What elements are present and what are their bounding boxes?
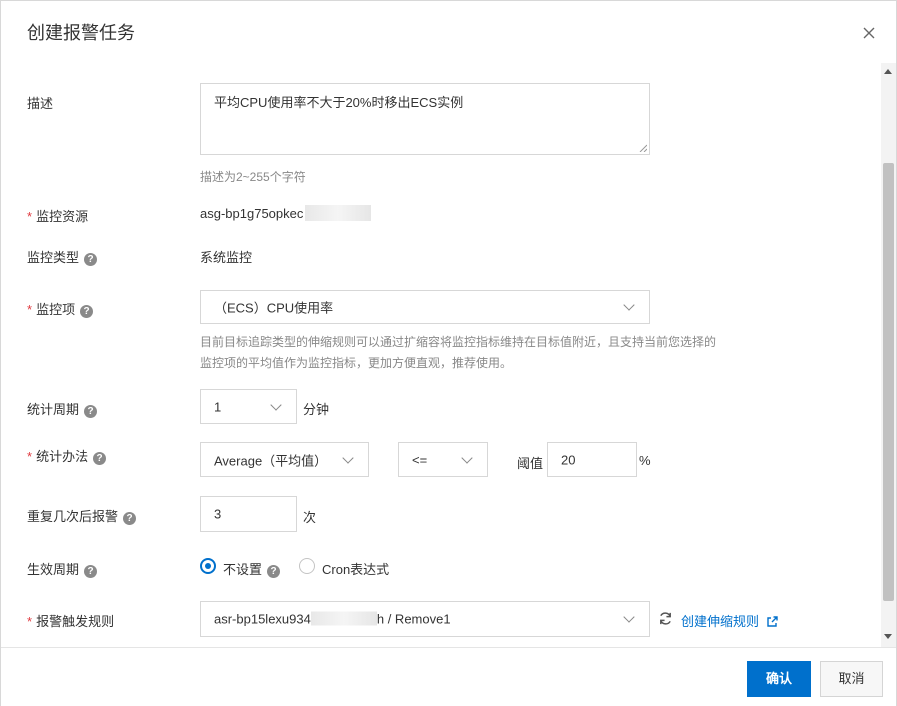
stat-period-unit: 分钟 (303, 402, 330, 417)
description-textarea[interactable]: 平均CPU使用率不大于20%时移出ECS实例 (200, 83, 650, 155)
dialog-footer: 确认 取消 (1, 647, 896, 706)
required-mark: * (27, 614, 33, 629)
monitor-item-value: （ECS）CPU使用率 (214, 300, 334, 316)
chevron-down-icon (270, 398, 282, 411)
monitor-resource-value: asg-bp1g75opkec (200, 206, 304, 221)
dialog-header: 创建报警任务 (1, 1, 896, 61)
repeat-unit: 次 (303, 510, 317, 525)
confirm-button[interactable]: 确认 (747, 661, 811, 697)
cancel-button[interactable]: 取消 (820, 661, 883, 697)
stat-period-label: 统计周期? (27, 399, 98, 418)
repeat-input[interactable]: 3 (200, 496, 297, 532)
help-icon[interactable]: ? (93, 452, 107, 465)
required-mark: * (27, 209, 33, 224)
scroll-down-arrow-icon[interactable] (884, 634, 892, 639)
help-icon[interactable]: ? (84, 565, 98, 578)
monitor-type-label: 监控类型? (27, 247, 98, 266)
repeat-value: 3 (214, 506, 222, 522)
monitor-item-hint-line1: 目前目标追踪类型的伸缩规则可以通过扩缩容将监控指标维持在目标值附近，且支持当前您… (200, 335, 717, 349)
help-icon[interactable]: ? (267, 565, 281, 578)
radio-no-setting-label[interactable]: 不设置? (223, 559, 281, 578)
required-mark: * (27, 449, 33, 464)
create-scaling-rule-link[interactable]: 创建伸缩规则 (681, 611, 778, 630)
monitor-item-hint-line2: 监控项的平均值作为监控指标，更加方便直观，推荐使用。 (200, 356, 513, 370)
stat-method-label: * 统计办法? (27, 446, 107, 465)
threshold-label: 阈值 (517, 456, 544, 471)
create-alarm-task-dialog: 创建报警任务 描述 平均CPU使用率不大于20%时移出ECS实例 描述为2~25… (0, 0, 897, 706)
redaction-mask (305, 205, 371, 221)
radio-no-setting[interactable] (200, 558, 216, 574)
stat-period-select[interactable]: 1 (200, 389, 297, 424)
external-link-icon (766, 616, 778, 627)
effective-period-label: 生效周期? (27, 559, 98, 578)
threshold-input[interactable]: 20 (547, 442, 637, 477)
chevron-down-icon (342, 451, 354, 464)
stat-method-select[interactable]: Average（平均值） (200, 442, 369, 477)
trigger-rule-value-prefix: asr-bp15lexu934 (214, 611, 311, 627)
trigger-rule-value: asr-bp15lexu934 h / Remove1 (214, 611, 451, 627)
help-icon[interactable]: ? (123, 512, 137, 525)
vertical-scrollbar[interactable] (881, 63, 896, 647)
close-icon[interactable] (857, 21, 881, 45)
trigger-rule-label: * 报警触发规则 (27, 614, 115, 629)
redaction-mask (310, 611, 377, 626)
radio-cron-label[interactable]: Cron表达式 (322, 559, 389, 578)
scroll-up-arrow-icon[interactable] (884, 69, 892, 74)
resize-handle-icon[interactable] (639, 144, 647, 152)
threshold-unit: % (639, 453, 651, 468)
monitor-resource-label: * 监控资源 (27, 209, 89, 224)
scrollbar-thumb[interactable] (883, 163, 894, 601)
trigger-rule-select[interactable]: asr-bp15lexu934 h / Remove1 (200, 601, 650, 637)
refresh-icon[interactable] (658, 611, 673, 626)
help-icon[interactable]: ? (84, 253, 98, 266)
radio-cron[interactable] (299, 558, 315, 574)
operator-value: <= (412, 452, 428, 467)
threshold-value: 20 (561, 452, 576, 467)
operator-select[interactable]: <= (398, 442, 488, 477)
help-icon[interactable]: ? (80, 305, 94, 318)
stat-method-value: Average（平均值） (214, 453, 328, 468)
dialog-body: 描述 平均CPU使用率不大于20%时移出ECS实例 描述为2~255个字符 * 监… (1, 61, 881, 647)
description-value: 平均CPU使用率不大于20%时移出ECS实例 (214, 95, 464, 110)
repeat-label: 重复几次后报警? (27, 506, 137, 525)
help-icon[interactable]: ? (84, 405, 98, 418)
monitor-item-select[interactable]: （ECS）CPU使用率 (200, 290, 650, 324)
chevron-down-icon (623, 299, 635, 311)
stat-period-value: 1 (214, 399, 222, 414)
description-label: 描述 (27, 96, 54, 111)
required-mark: * (27, 302, 33, 317)
chevron-down-icon (461, 451, 473, 464)
trigger-rule-value-suffix: h / Remove1 (376, 611, 451, 627)
monitor-item-label: * 监控项? (27, 299, 94, 318)
description-hint: 描述为2~255个字符 (200, 170, 306, 184)
chevron-down-icon (623, 611, 635, 623)
monitor-type-value: 系统监控 (200, 250, 253, 265)
dialog-title: 创建报警任务 (27, 23, 135, 43)
